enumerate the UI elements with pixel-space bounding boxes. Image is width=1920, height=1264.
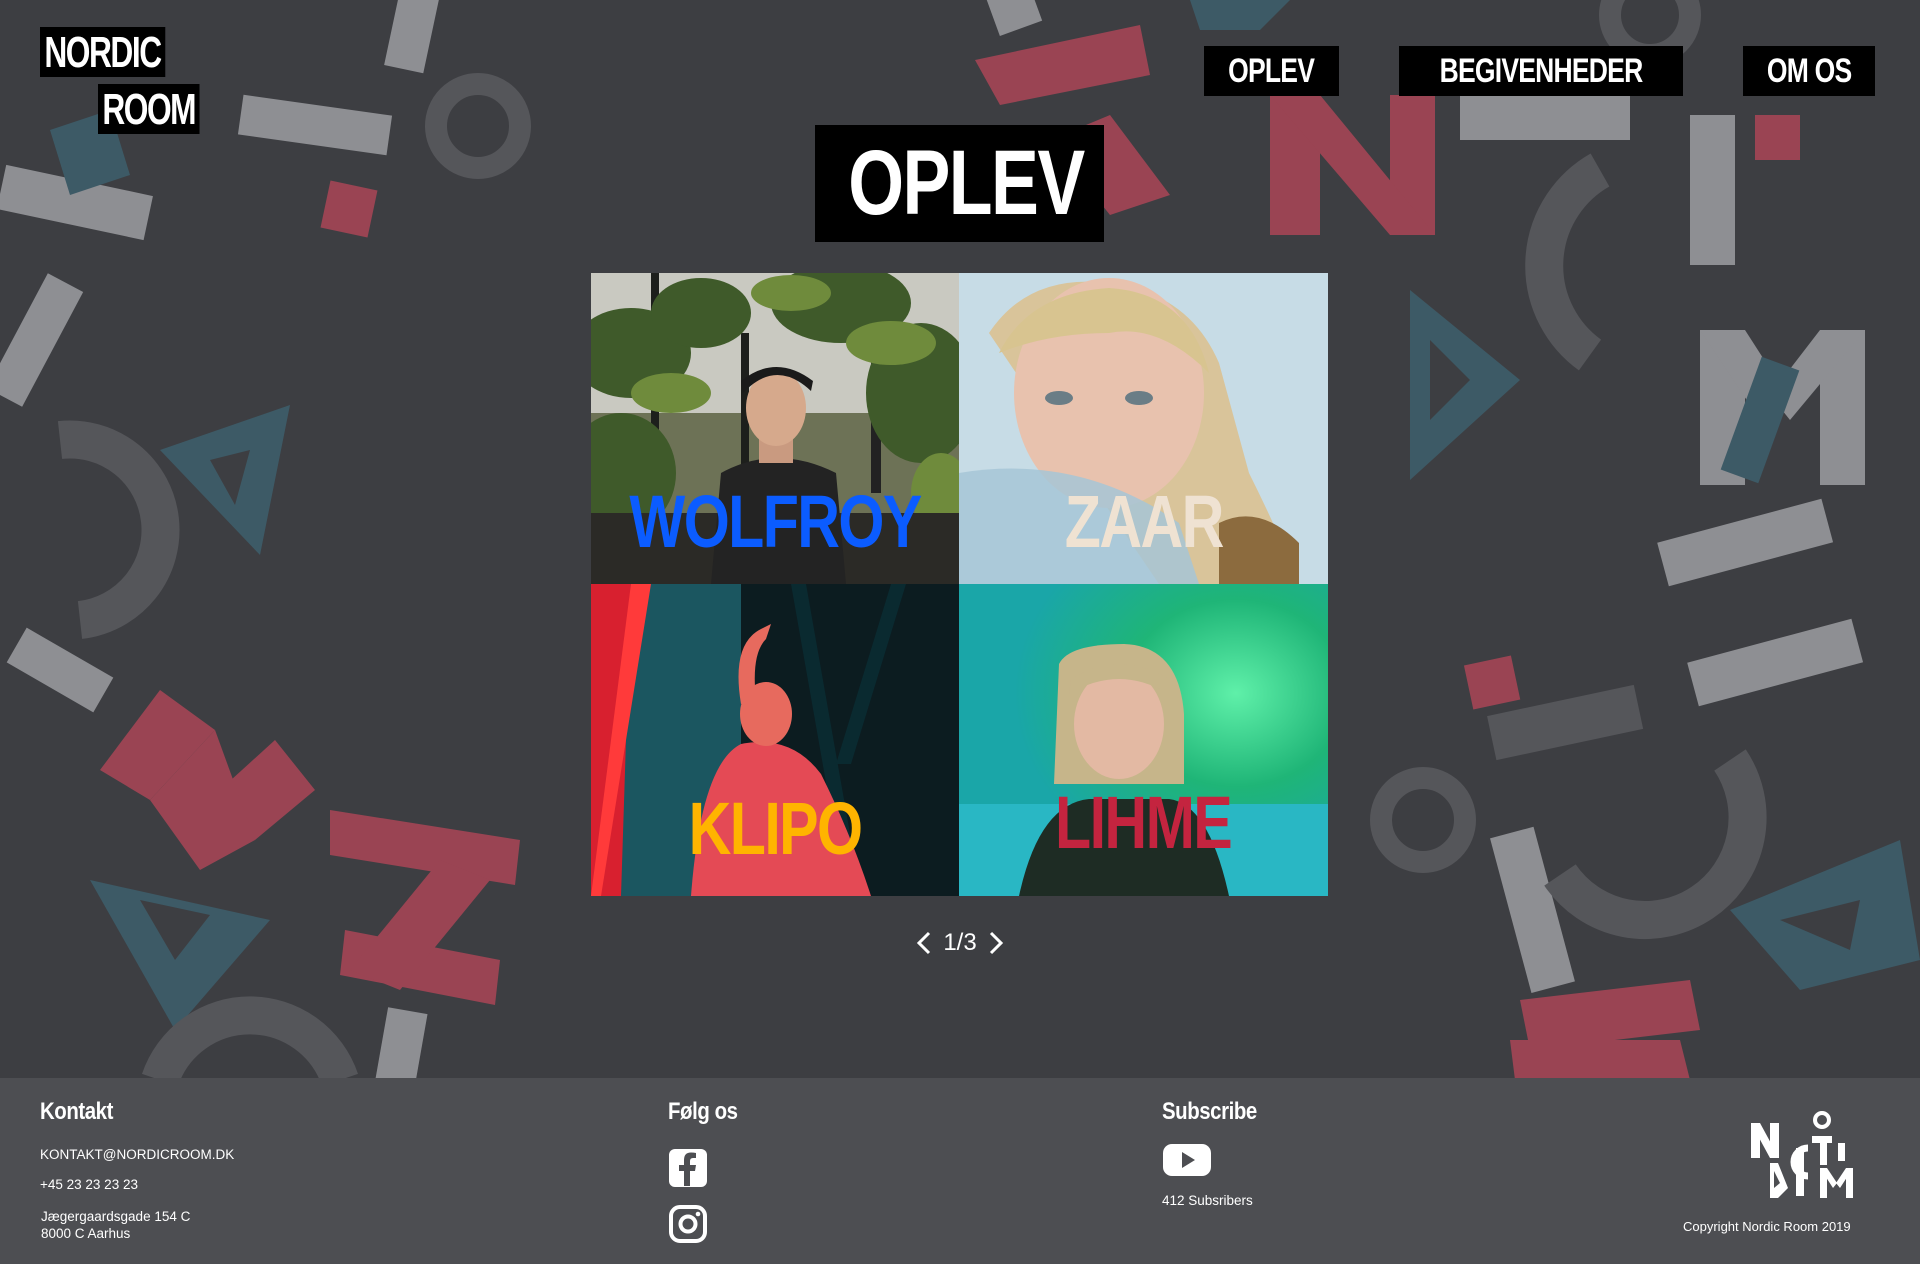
contact-phone[interactable]: +45 23 23 23 23 (40, 1176, 138, 1193)
nordic-room-logo-mark (1748, 1108, 1863, 1208)
pager-label: 1/3 (943, 929, 977, 956)
artist-name-text: KLIPO (688, 787, 864, 870)
contact-address-line2: 8000 C Aarhus (41, 1226, 131, 1241)
nav-item-oplev[interactable]: OPLEV (1204, 46, 1339, 96)
nav-item-label: OPLEV (1228, 52, 1315, 90)
logo-line-1: NORDIC (40, 27, 165, 77)
chevron-left-icon[interactable] (915, 930, 933, 956)
carousel-pager: 1/3 (900, 925, 1020, 961)
nav-item-om-os[interactable]: OM OS (1742, 46, 1875, 96)
artist-tile-klipo[interactable]: KLIPO (591, 584, 959, 896)
instagram-icon[interactable] (668, 1204, 708, 1249)
subscriber-count: 412 Subsribers (1162, 1193, 1253, 1208)
site-footer: Kontakt KONTAKT@NORDICROOM.DK +45 23 23 … (0, 1078, 1920, 1264)
nav-item-begivenheder[interactable]: BEGIVENHEDER (1398, 46, 1683, 96)
artist-name: ZAAR (959, 485, 1328, 559)
subscribe-heading-text: Subscribe (1162, 1098, 1257, 1125)
artist-grid: WOLFROY ZAAR KLIPO LIHME (591, 273, 1328, 896)
facebook-icon[interactable] (668, 1148, 708, 1193)
artist-tile-wolfroy[interactable]: WOLFROY (591, 273, 959, 584)
subscribe-heading: Subscribe (1162, 1098, 1274, 1126)
logo-line-2: ROOM (98, 84, 200, 134)
youtube-icon[interactable] (1162, 1142, 1212, 1183)
contact-heading: Kontakt (40, 1098, 126, 1126)
artist-name: KLIPO (591, 792, 959, 866)
artist-name: LIHME (959, 786, 1328, 860)
nav-item-label: OM OS (1766, 52, 1852, 90)
contact-heading-text: Kontakt (40, 1098, 113, 1125)
follow-heading: Følg os (668, 1098, 750, 1126)
page-title: OPLEV (815, 125, 1104, 242)
artist-tile-zaar[interactable]: ZAAR (959, 273, 1328, 584)
site-logo[interactable]: NORDIC ROOM (40, 27, 225, 143)
artist-name: WOLFROY (591, 485, 959, 559)
artist-tile-lihme[interactable]: LIHME (959, 584, 1328, 896)
artist-name-text: LIHME (1055, 781, 1233, 864)
contact-email[interactable]: KONTAKT@NORDICROOM.DK (40, 1146, 234, 1163)
chevron-right-icon[interactable] (987, 930, 1005, 956)
copyright-text: Copyright Nordic Room 2019 (1683, 1219, 1851, 1234)
artist-name-text: ZAAR (1064, 480, 1224, 563)
main-nav: OPLEV BEGIVENHEDER OM OS (1204, 46, 1875, 96)
nav-item-label: BEGIVENHEDER (1439, 52, 1643, 90)
artist-name-text: WOLFROY (629, 480, 922, 563)
contact-address-line1: Jægergaardsgade 154 C (41, 1209, 191, 1224)
page-title-text: OPLEV (848, 132, 1085, 234)
follow-heading-text: Følg os (668, 1098, 738, 1125)
